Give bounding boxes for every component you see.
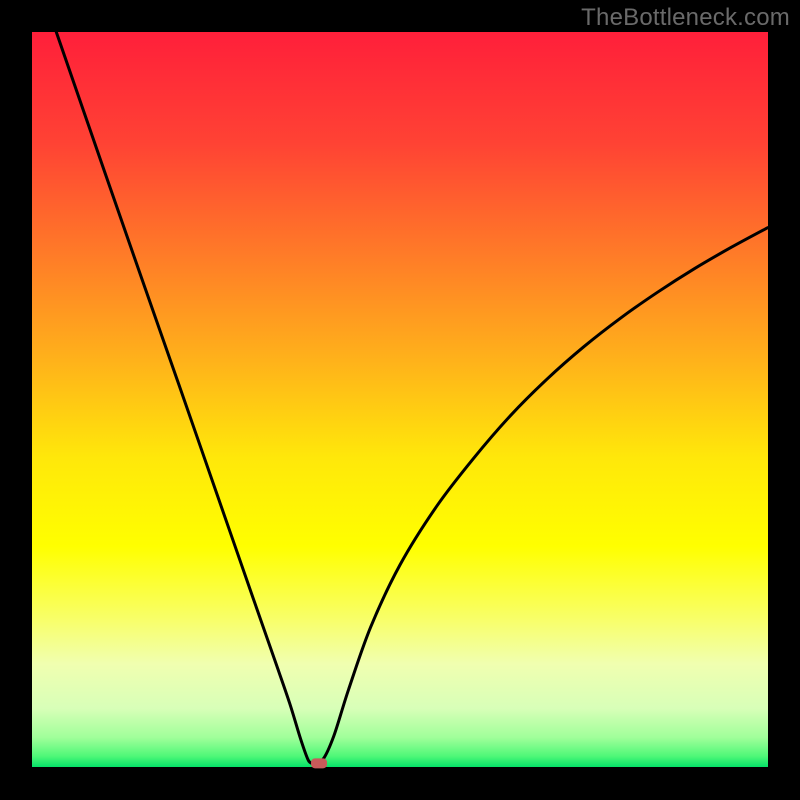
bottleneck-chart <box>0 0 800 800</box>
plot-background <box>32 32 768 767</box>
watermark-text: TheBottleneck.com <box>581 4 790 32</box>
optimal-point-indicator <box>311 758 327 768</box>
chart-frame: TheBottleneck.com <box>0 0 800 800</box>
